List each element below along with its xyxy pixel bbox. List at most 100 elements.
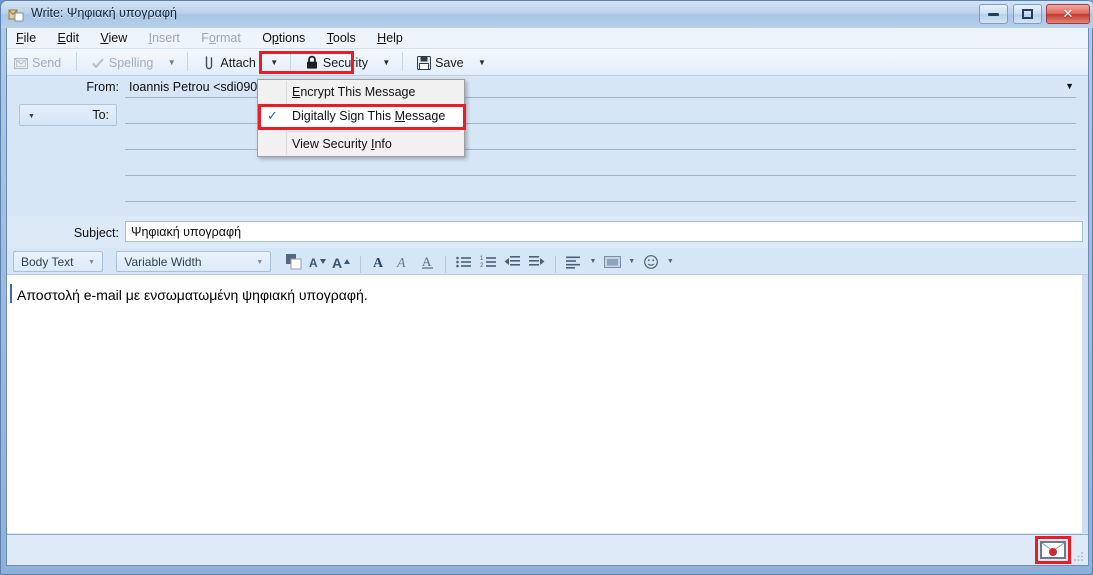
svg-text:2: 2 (480, 263, 484, 269)
increase-font-size-icon[interactable]: A (331, 251, 352, 272)
menu-item-digitally-sign-this-message[interactable]: ✓ Digitally Sign This Message (259, 105, 463, 129)
paperclip-icon (202, 55, 216, 71)
send-icon (14, 56, 28, 70)
save-label: Save (435, 55, 464, 70)
signed-message-icon[interactable] (1040, 541, 1066, 559)
from-dropdown-arrow[interactable]: ▼ (1065, 81, 1074, 91)
security-dropdown-arrow[interactable]: ▼ (378, 51, 394, 74)
maximize-button[interactable] (1012, 4, 1042, 24)
italic-icon[interactable]: A (392, 251, 413, 272)
toolbar-separator (75, 52, 77, 71)
close-icon: ✕ (1062, 6, 1074, 22)
spelling-label: Spelling (108, 55, 154, 70)
insert-smiley-icon[interactable] (641, 251, 662, 272)
menu-item-label: Encrypt This Message (292, 85, 416, 99)
font-family-select[interactable]: Variable Width ▼ (116, 251, 272, 272)
subject-input[interactable]: Ψηφιακή υπογραφή (125, 221, 1083, 242)
compose-mail-icon (8, 6, 26, 22)
svg-text:A: A (373, 256, 384, 270)
menu-help[interactable]: Help (368, 28, 412, 48)
attach-label: Attach (220, 55, 256, 70)
chevron-down-icon: ▼ (88, 259, 95, 266)
align-icon[interactable] (563, 251, 584, 272)
text-color-swatch-icon[interactable] (283, 251, 304, 272)
menu-insert: Insert (148, 31, 180, 45)
body-vertical-scrollbar[interactable] (1082, 275, 1088, 533)
subject-label: Subject: (73, 226, 119, 240)
title-bar[interactable]: Write: Ψηφιακή υπογραφή ✕ (1, 1, 1093, 28)
checkmark-icon: ✓ (267, 108, 278, 123)
format-toolbar: Body Text ▼ Variable Width ▼ A A A A A 1… (7, 248, 1088, 275)
message-header-panel: From: Ioannis Petrou <sdi09000 ▼ ▼ To: (7, 76, 1088, 216)
svg-text:A: A (396, 256, 406, 270)
attach-button[interactable]: Attach (195, 51, 262, 74)
menu-separator (288, 131, 460, 132)
message-body-editor[interactable]: Αποστολή e-mail με ενσωματωμένη ψηφιακή … (7, 275, 1088, 533)
menu-format: Format (201, 31, 241, 45)
spelling-button: Spelling (84, 51, 160, 74)
from-value[interactable]: Ioannis Petrou <sdi09000 (129, 80, 271, 94)
menu-file[interactable]: FFileile (7, 28, 45, 48)
compose-toolbar: Send Spelling ▼ Attach ▼ Security ▼ Save… (7, 49, 1088, 76)
security-button[interactable]: Security (298, 51, 375, 74)
underline-icon[interactable]: A (417, 251, 438, 272)
menu-edit[interactable]: Edit (49, 28, 89, 48)
menu-view[interactable]: View (91, 28, 136, 48)
window-controls: ✕ (978, 4, 1090, 25)
font-family-value: Variable Width (124, 255, 202, 269)
spelling-dropdown-arrow: ▼ (167, 58, 176, 67)
address-underline (125, 175, 1076, 176)
smiley-dropdown-arrow[interactable]: ▼ (665, 251, 676, 272)
svg-text:1: 1 (480, 256, 484, 262)
client-area: FFileile Edit View Insert Format Options… (6, 28, 1089, 566)
attach-dropdown-arrow[interactable]: ▼ (266, 51, 282, 74)
bullet-list-icon[interactable] (453, 251, 474, 272)
svg-text:A: A (309, 256, 318, 270)
close-button[interactable]: ✕ (1046, 4, 1090, 24)
menu-item-encrypt-this-message[interactable]: Encrypt This Message (259, 81, 463, 105)
format-separator (445, 256, 447, 273)
message-body-text: Αποστολή e-mail με ενσωματωμένη ψηφιακή … (17, 287, 368, 303)
recipient-type-button[interactable]: ▼ To: (19, 104, 117, 126)
address-row-extra (7, 128, 1088, 154)
send-button: Send (7, 51, 68, 74)
send-label: Send (32, 55, 62, 70)
menu-item-label: Digitally Sign This Message (292, 109, 446, 123)
toolbar-separator (289, 52, 291, 71)
menu-item-view-security-info[interactable]: View Security Info (259, 133, 463, 157)
insert-image-icon[interactable] (602, 251, 623, 272)
indent-icon[interactable] (526, 251, 547, 272)
numbered-list-icon[interactable]: 1 2 (478, 251, 499, 272)
menu-options[interactable]: Options (253, 28, 314, 48)
menu-tools[interactable]: Tools (318, 28, 365, 48)
save-dropdown-arrow[interactable]: ▼ (474, 51, 490, 74)
paragraph-style-value: Body Text (21, 255, 74, 269)
address-row-extra (7, 154, 1088, 180)
format-button-group: A A A A A 1 2 ▼ ▼ ▼ (283, 251, 676, 273)
paragraph-style-select[interactable]: Body Text ▼ (13, 251, 103, 272)
to-row: ▼ To: (7, 102, 1088, 128)
menu-bar: FFileile Edit View Insert Format Options… (7, 28, 1088, 49)
save-button[interactable]: Save (410, 51, 471, 74)
text-cursor (10, 284, 12, 303)
lock-icon (305, 55, 319, 70)
format-separator (554, 256, 556, 273)
resize-grip[interactable] (1073, 551, 1084, 562)
image-dropdown-arrow[interactable]: ▼ (626, 251, 637, 272)
subject-value: Ψηφιακή υπογραφή (131, 225, 242, 239)
outdent-icon[interactable] (502, 251, 523, 272)
align-dropdown-arrow[interactable]: ▼ (588, 251, 599, 272)
minimize-button[interactable] (979, 4, 1009, 24)
security-label: Security (322, 55, 369, 70)
status-bar (7, 534, 1088, 565)
decrease-font-size-icon[interactable]: A (307, 251, 328, 272)
format-separator (359, 256, 361, 273)
address-underline (125, 201, 1076, 202)
window-title: Write: Ψηφιακή υπογραφή (31, 6, 177, 20)
from-row: From: Ioannis Petrou <sdi09000 ▼ (7, 76, 1088, 102)
toolbar-separator (401, 52, 403, 71)
bold-icon[interactable]: A (368, 251, 389, 272)
svg-text:A: A (422, 254, 432, 269)
menu-item-label: View Security Info (292, 137, 392, 151)
chevron-down-icon: ▼ (28, 113, 35, 120)
